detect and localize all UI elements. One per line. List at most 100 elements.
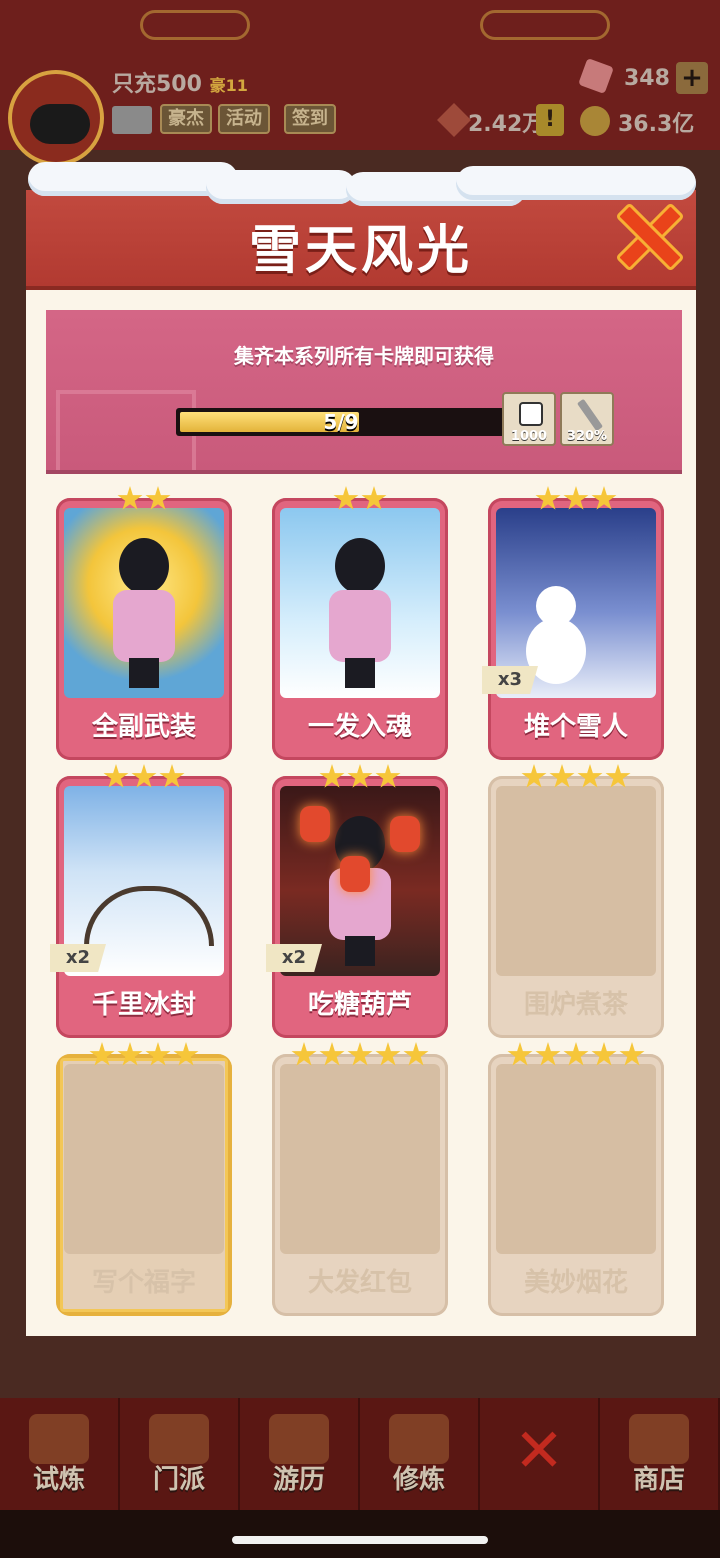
collection-card[interactable]: 一发入魂 bbox=[272, 486, 448, 760]
lantern-shape bbox=[300, 806, 330, 842]
card-name: 吃糖葫芦 bbox=[307, 990, 412, 1020]
star-icon bbox=[117, 486, 143, 510]
banner-text: 集齐本系列所有卡牌即可获得 bbox=[234, 344, 494, 368]
card-art bbox=[280, 508, 440, 698]
gem-count: 348 bbox=[624, 66, 670, 91]
character-figure bbox=[107, 538, 181, 688]
modal-title: 雪天风光 bbox=[248, 221, 473, 281]
event-button[interactable]: 活动 bbox=[218, 104, 270, 134]
cloud-decoration bbox=[140, 10, 250, 40]
cloud-decoration bbox=[480, 10, 610, 40]
tab-label: 试炼 bbox=[32, 1465, 85, 1495]
collection-card[interactable]: 大发红包 bbox=[272, 1042, 448, 1316]
tab-trial[interactable]: 试炼 bbox=[0, 1398, 120, 1510]
reward-value: 1000 bbox=[510, 429, 548, 444]
hero-button[interactable]: 豪杰 bbox=[160, 104, 212, 134]
collection-card[interactable]: x3 堆个雪人 bbox=[482, 486, 664, 760]
snow-decoration bbox=[206, 170, 356, 204]
collection-card[interactable]: x2 千里冰封 bbox=[50, 764, 232, 1038]
card-art bbox=[496, 786, 656, 976]
star-icon bbox=[549, 764, 575, 788]
bridge-shape bbox=[84, 886, 214, 946]
card-art bbox=[496, 1064, 656, 1254]
add-gem-button[interactable]: + bbox=[676, 62, 708, 94]
character-legs bbox=[345, 936, 375, 966]
sect-icon bbox=[149, 1414, 209, 1464]
home-indicator[interactable] bbox=[232, 1536, 488, 1544]
collection-card[interactable]: 围炉煮茶 bbox=[488, 764, 664, 1038]
character-legs bbox=[129, 658, 159, 688]
star-icon bbox=[563, 486, 589, 510]
character-body bbox=[329, 590, 391, 662]
star-rating bbox=[272, 764, 448, 790]
tab-sect[interactable]: 门派 bbox=[120, 1398, 240, 1510]
reward-sword[interactable]: 320% bbox=[560, 392, 614, 446]
collection-modal: 雪天风光 集齐本系列所有卡牌即可获得 5/9 1000 320% 全副武装 一发入… bbox=[26, 162, 696, 1336]
star-icon bbox=[319, 1042, 345, 1066]
bridge-decoration bbox=[56, 390, 196, 470]
star-icon bbox=[403, 1042, 429, 1066]
star-icon bbox=[347, 1042, 373, 1066]
character-legs bbox=[345, 658, 375, 688]
collection-card[interactable]: 美妙烟花 bbox=[488, 1042, 664, 1316]
collection-progress-bar: 5/9 bbox=[176, 408, 506, 436]
travel-icon bbox=[269, 1414, 329, 1464]
close-button[interactable] bbox=[614, 200, 678, 264]
reward-dice[interactable]: 1000 bbox=[502, 392, 556, 446]
star-icon bbox=[145, 1042, 171, 1066]
tab-label: 修炼 bbox=[392, 1465, 445, 1495]
card-name: 写个福字 bbox=[91, 1268, 196, 1298]
star-icon bbox=[577, 764, 603, 788]
tab-travel[interactable]: 游历 bbox=[240, 1398, 360, 1510]
set-reward-banner: 集齐本系列所有卡牌即可获得 5/9 1000 320% bbox=[46, 310, 682, 474]
card-art bbox=[64, 1064, 224, 1254]
alert-button[interactable]: ! bbox=[536, 104, 564, 136]
player-avatar[interactable] bbox=[8, 70, 104, 166]
star-rating bbox=[272, 1042, 448, 1068]
star-icon bbox=[89, 1042, 115, 1066]
character-head bbox=[335, 538, 385, 594]
star-icon bbox=[619, 1042, 645, 1066]
signin-button[interactable]: 签到 bbox=[284, 104, 336, 134]
close-icon: ✕ bbox=[513, 1416, 565, 1486]
star-rating bbox=[56, 764, 232, 790]
star-rating bbox=[488, 1042, 664, 1068]
lantern-shape bbox=[340, 856, 370, 892]
character-body bbox=[113, 590, 175, 662]
collection-card[interactable]: 写个福字 bbox=[56, 1042, 232, 1316]
character-figure bbox=[323, 538, 397, 688]
card-art bbox=[64, 508, 224, 698]
star-icon bbox=[291, 1042, 317, 1066]
star-icon bbox=[117, 1042, 143, 1066]
star-icon bbox=[563, 1042, 589, 1066]
star-icon bbox=[605, 764, 631, 788]
star-icon bbox=[361, 486, 387, 510]
card-name: 围炉煮茶 bbox=[523, 990, 628, 1020]
card-count-badge: x2 bbox=[50, 944, 106, 972]
power-value: 2.42万 bbox=[468, 112, 545, 137]
star-icon bbox=[591, 1042, 617, 1066]
mail-icon[interactable] bbox=[112, 106, 152, 134]
tab-close[interactable]: ✕ bbox=[480, 1398, 600, 1510]
card-name: 千里冰封 bbox=[91, 990, 196, 1020]
cultivate-icon bbox=[389, 1414, 449, 1464]
star-icon bbox=[347, 764, 373, 788]
tab-label: 游历 bbox=[272, 1465, 325, 1495]
top-hud bbox=[0, 0, 720, 150]
card-art bbox=[280, 1064, 440, 1254]
star-icon bbox=[507, 1042, 533, 1066]
star-icon bbox=[375, 764, 401, 788]
tab-cultivate[interactable]: 修炼 bbox=[360, 1398, 480, 1510]
character-head bbox=[119, 538, 169, 594]
star-rating bbox=[272, 486, 448, 512]
star-icon bbox=[103, 764, 129, 788]
tab-shop[interactable]: 商店 bbox=[600, 1398, 720, 1510]
bottom-nav: 试炼 门派 游历 修炼 ✕ 商店 bbox=[0, 1398, 720, 1510]
collection-card[interactable]: 全副武装 bbox=[56, 486, 232, 760]
collection-card[interactable]: x2 吃糖葫芦 bbox=[266, 764, 448, 1038]
reward-value: 320% bbox=[566, 429, 608, 444]
player-name: 只充500 豪11 bbox=[112, 72, 248, 97]
card-count-badge: x3 bbox=[482, 666, 538, 694]
star-icon bbox=[535, 1042, 561, 1066]
lantern-shape bbox=[390, 816, 420, 852]
